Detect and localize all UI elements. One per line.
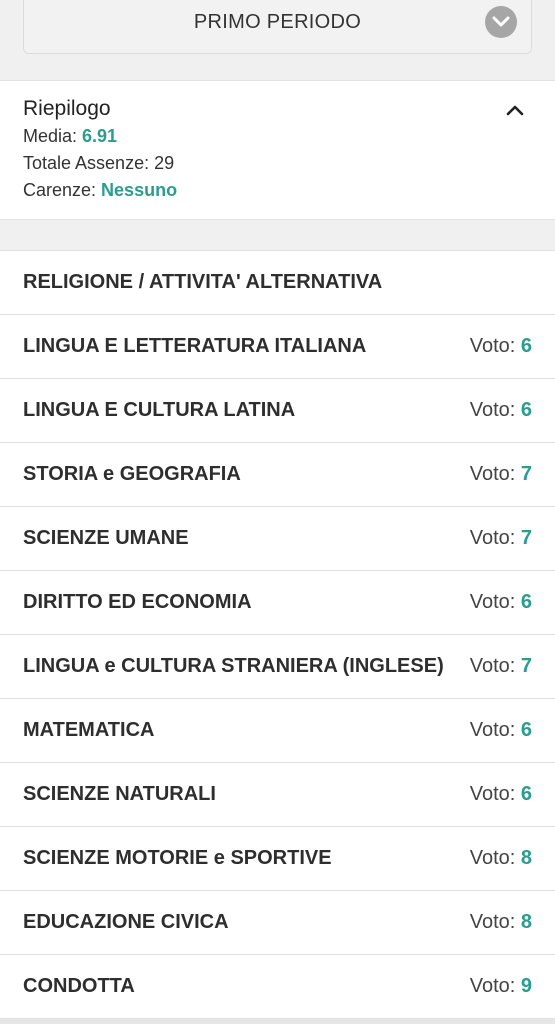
subject-grade: Voto: 6	[470, 783, 532, 806]
grade-label: Voto:	[469, 911, 521, 933]
subject-row[interactable]: SCIENZE NATURALI Voto: 6	[0, 763, 555, 827]
grade-value: 7	[520, 527, 532, 549]
subject-name: CONDOTTA	[23, 975, 135, 997]
subject-row[interactable]: LINGUA e CULTURA STRANIERA (INGLESE) Voto…	[0, 635, 555, 699]
summary-title: Riepilogo	[23, 97, 111, 120]
grade-value: 7	[520, 463, 532, 485]
subject-row[interactable]: MATEMATICA Voto: 6	[0, 699, 555, 763]
subject-row[interactable]: DIRITTO ED ECONOMIA Voto: 6	[0, 571, 555, 635]
subject-row[interactable]: SCIENZE UMANE Voto: 7	[0, 507, 555, 571]
grade-label: Voto:	[469, 975, 521, 997]
chevron-up-icon[interactable]	[505, 103, 525, 117]
subject-row[interactable]: EDUCAZIONE CIVICA Voto: 8	[0, 891, 555, 955]
subject-list: RELIGIONE / ATTIVITA' ALTERNATIVA LINGUA …	[0, 250, 555, 1019]
grade-value: 6	[520, 591, 532, 613]
subject-grade: Voto: 6	[470, 591, 532, 614]
grade-label: Voto:	[469, 527, 521, 549]
media-line: Media: 6.91	[23, 123, 532, 150]
grade-label: Voto:	[469, 783, 521, 805]
carenze-line: Carenze: Nessuno	[23, 177, 532, 204]
grade-label: Voto:	[469, 335, 521, 357]
subject-grade: Voto: 6	[470, 719, 532, 742]
subject-name: SCIENZE NATURALI	[23, 783, 216, 805]
section-spacer	[0, 220, 555, 250]
period-area: PRIMO PERIODO	[0, 0, 555, 80]
subject-grade: Voto: 6	[470, 335, 532, 358]
subject-grade: Voto: 8	[470, 847, 532, 870]
summary-panel: Riepilogo Media: 6.91 Totale Assenze: 29…	[0, 80, 555, 220]
subject-grade: Voto: 7	[470, 463, 532, 486]
period-label: PRIMO PERIODO	[193, 11, 362, 33]
grade-value: 8	[520, 911, 532, 933]
grade-value: 6	[520, 335, 532, 357]
subject-name: LINGUA E LETTERATURA ITALIANA	[23, 335, 367, 357]
carenze-value: Nessuno	[101, 180, 178, 200]
grade-label: Voto:	[469, 399, 521, 421]
subject-grade: Voto: 7	[470, 527, 532, 550]
subject-grade: Voto: 9	[470, 975, 532, 998]
media-label: Media:	[23, 126, 83, 146]
bottom-divider	[0, 1019, 555, 1024]
grade-label: Voto:	[469, 719, 521, 741]
carenze-label: Carenze:	[23, 180, 102, 200]
subject-row[interactable]: STORIA e GEOGRAFIA Voto: 7	[0, 443, 555, 507]
grade-value: 8	[520, 847, 532, 869]
subject-name: SCIENZE MOTORIE e SPORTIVE	[23, 847, 332, 869]
chevron-down-icon[interactable]	[485, 6, 517, 38]
grade-label: Voto:	[469, 463, 521, 485]
assenze-line: Totale Assenze: 29	[23, 153, 175, 173]
subject-name: EDUCAZIONE CIVICA	[23, 911, 229, 933]
subject-name: RELIGIONE / ATTIVITA' ALTERNATIVA	[23, 271, 383, 293]
subject-row[interactable]: LINGUA E CULTURA LATINA Voto: 6	[0, 379, 555, 443]
subject-grade: Voto: 7	[470, 655, 532, 678]
grade-label: Voto:	[469, 847, 521, 869]
grade-value: 9	[520, 975, 532, 997]
subject-name: MATEMATICA	[23, 719, 155, 741]
subject-name: DIRITTO ED ECONOMIA	[23, 591, 252, 613]
grade-label: Voto:	[469, 591, 521, 613]
subject-row[interactable]: RELIGIONE / ATTIVITA' ALTERNATIVA	[0, 251, 555, 315]
subject-name: SCIENZE UMANE	[23, 527, 189, 549]
grade-value: 7	[520, 655, 532, 677]
subject-name: LINGUA e CULTURA STRANIERA (INGLESE)	[23, 655, 444, 677]
subject-row[interactable]: LINGUA E LETTERATURA ITALIANA Voto: 6	[0, 315, 555, 379]
grade-value: 6	[520, 399, 532, 421]
period-dropdown[interactable]: PRIMO PERIODO	[23, 0, 532, 54]
subject-name: STORIA e GEOGRAFIA	[23, 463, 241, 485]
subject-grade: Voto: 6	[470, 399, 532, 422]
subject-name: LINGUA E CULTURA LATINA	[23, 399, 296, 421]
media-value: 6.91	[82, 126, 118, 146]
subject-grade: Voto: 8	[470, 911, 532, 934]
grade-label: Voto:	[469, 655, 521, 677]
grade-value: 6	[520, 719, 532, 741]
subject-row[interactable]: CONDOTTA Voto: 9	[0, 955, 555, 1019]
subject-row[interactable]: SCIENZE MOTORIE e SPORTIVE Voto: 8	[0, 827, 555, 891]
grade-value: 6	[520, 783, 532, 805]
